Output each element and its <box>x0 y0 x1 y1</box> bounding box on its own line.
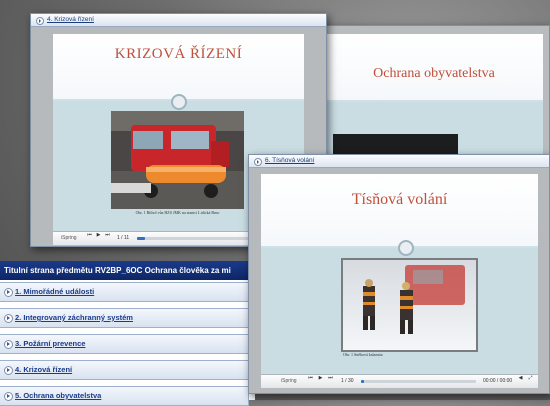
play-icon <box>4 314 13 323</box>
player-controls: iSpring ⏮ ▶ ⏭ 1 / 30 00:00 / 00:00 ◀ ⤢ <box>261 374 538 388</box>
photo-caption: Obr. 1 Sněhová kalamita <box>343 352 383 357</box>
fire-truck-image <box>111 111 244 209</box>
list-item-3[interactable]: 3. Požární prevence <box>0 334 249 354</box>
slide-photo-snow-rescue <box>341 258 478 352</box>
slide-title: Tísňová volání <box>351 191 448 208</box>
play-icon <box>36 17 44 25</box>
list-item-2[interactable]: 2. Integrovaný záchranný systém <box>0 308 249 328</box>
slide-divider-knob <box>171 94 187 110</box>
window-title-link[interactable]: 6. Tísňová volání <box>265 157 314 164</box>
play-button[interactable]: ▶ <box>95 232 102 239</box>
fullscreen-button[interactable]: ⤢ <box>527 375 534 382</box>
volume-button[interactable]: ◀ <box>517 375 524 382</box>
previous-button[interactable]: ⏮ <box>307 375 314 382</box>
ispring-logo: iSpring <box>281 378 297 384</box>
play-icon <box>254 158 262 166</box>
next-button[interactable]: ⏭ <box>104 232 111 239</box>
previous-button[interactable]: ⏮ <box>86 232 93 239</box>
list-header: Titulní strana předmětu RV2BP_6OC Ochran… <box>0 261 259 280</box>
window-tisnova-volani[interactable]: 6. Tísňová volání Tísňová volání Obr. 1 … <box>248 154 550 394</box>
play-button[interactable]: ▶ <box>317 375 324 382</box>
window-titlebar[interactable]: 6. Tísňová volání <box>249 155 549 168</box>
list-item-1[interactable]: 1. Mimořádné události <box>0 282 249 302</box>
slide-title: KRIZOVÁ ŘÍZENÍ <box>114 46 243 62</box>
slide-counter: 1 / 30 <box>341 378 354 384</box>
play-icon <box>4 288 13 297</box>
slide-stage: Tísňová volání Obr. 1 Sněhová kalamita i… <box>249 168 549 393</box>
slide-header <box>53 34 304 101</box>
lesson-list-panel: Titulní strana předmětu RV2BP_6OC Ochran… <box>0 261 259 406</box>
list-item-4[interactable]: 4. Krizová řízení <box>0 360 249 380</box>
window-title-link[interactable]: 4. Krizová řízení <box>47 16 94 23</box>
time-display: 00:00 / 00:00 <box>483 378 513 384</box>
next-button[interactable]: ⏭ <box>327 375 334 382</box>
photo-caption: Obr. 1 Bitbol vůz HZS JMK na stanici Lid… <box>135 210 220 215</box>
window-titlebar[interactable]: 4. Krizová řízení <box>31 14 326 27</box>
slide-title: Ochrana obyvatelstva <box>373 66 495 81</box>
progress-fill <box>137 237 145 240</box>
ispring-logo: iSpring <box>61 235 77 241</box>
slide-counter: 1 / 11 <box>117 235 130 241</box>
slide: Tísňová volání Obr. 1 Sněhová kalamita <box>261 174 538 374</box>
slide-header <box>261 174 538 248</box>
slide-photo-fire-truck <box>111 111 244 209</box>
progress-fill <box>361 380 365 383</box>
snow-rescue-image <box>343 260 476 350</box>
slide-divider-knob <box>398 240 414 256</box>
play-icon <box>4 340 13 349</box>
progress-bar[interactable] <box>361 380 476 383</box>
slide: Ochrana obyvatelstva <box>325 34 543 172</box>
list-item-5[interactable]: 5. Ochrana obyvatelstva <box>0 386 249 406</box>
play-icon <box>4 366 13 375</box>
